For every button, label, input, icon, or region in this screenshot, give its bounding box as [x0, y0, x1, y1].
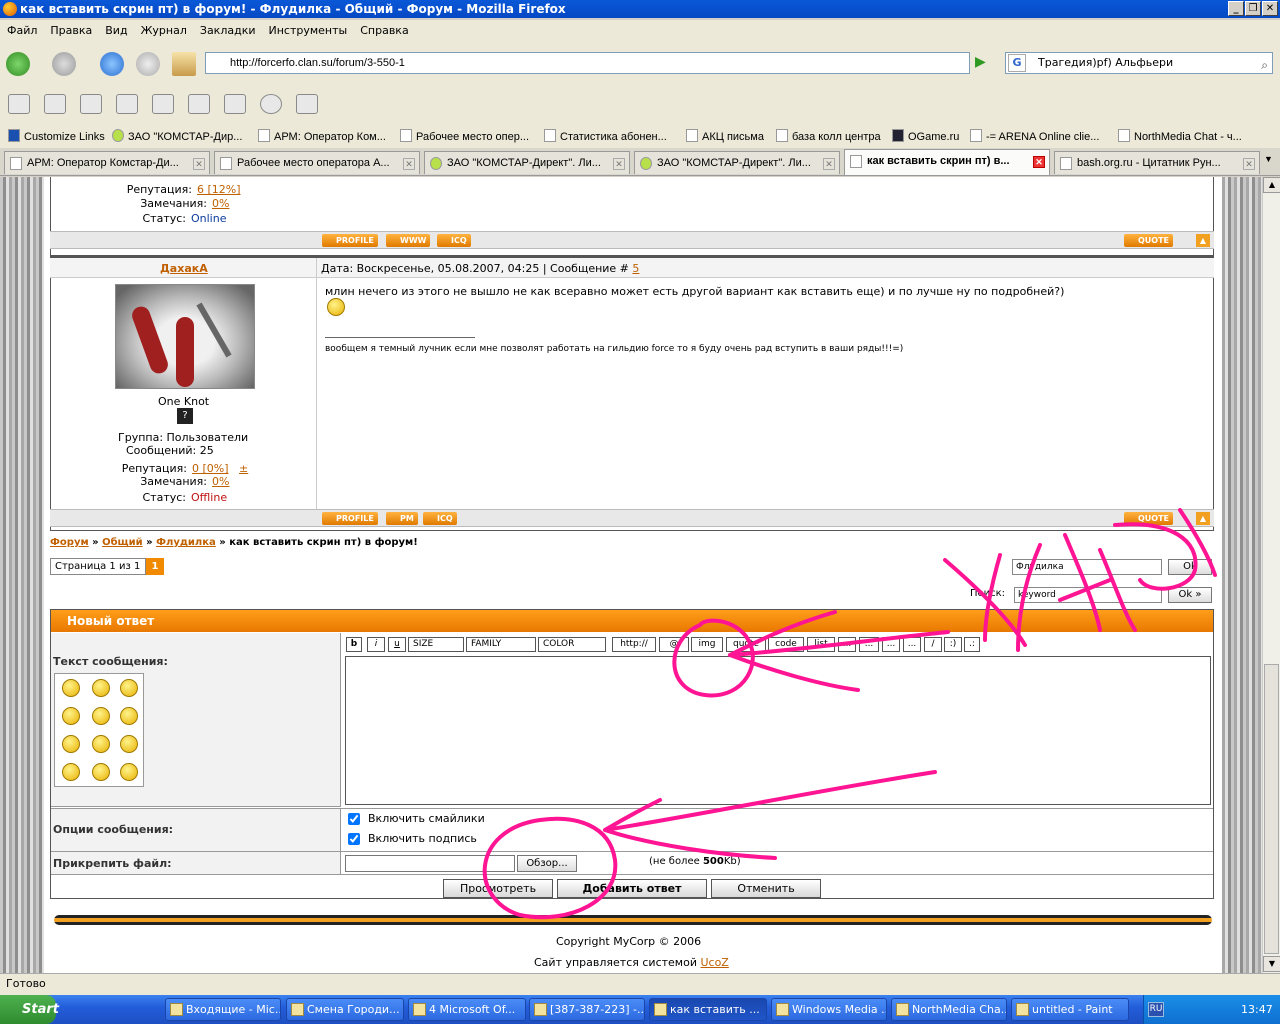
- annotation-xap: [943, 508, 1217, 652]
- system-tray: RU 13:47: [1143, 995, 1280, 1024]
- taskbar-item[interactable]: Смена Городи...: [286, 998, 404, 1021]
- taskbar-item[interactable]: NorthMedia Cha...: [891, 998, 1007, 1021]
- language-indicator[interactable]: RU: [1148, 1002, 1164, 1017]
- taskbar-item[interactable]: untitled - Paint: [1011, 998, 1129, 1021]
- taskbar-item[interactable]: Входящие - Mic...: [165, 998, 281, 1021]
- taskbar-item-active[interactable]: как вставить ...: [649, 998, 767, 1021]
- scroll-down-icon[interactable]: ▼: [1263, 956, 1280, 972]
- annotation-arrow-browse: [603, 770, 937, 860]
- taskbar: Start Входящие - Mic... Смена Городи... …: [0, 995, 1280, 1024]
- annotation-overlay: [482, 508, 1217, 920]
- page-scrollbar[interactable]: ▲ ▼: [1262, 177, 1280, 973]
- taskbar-item[interactable]: Windows Media ...: [771, 998, 887, 1021]
- status-bar: Готово: [0, 973, 1280, 995]
- taskbar-item[interactable]: 4 Microsoft Of...: [408, 998, 526, 1021]
- annotation-arrow-img: [728, 610, 950, 692]
- scroll-up-icon[interactable]: ▲: [1263, 177, 1280, 193]
- taskbar-item[interactable]: [387-387-223] -...: [529, 998, 645, 1021]
- annotation-circle-browse: [482, 816, 618, 920]
- scroll-thumb[interactable]: [1264, 664, 1279, 954]
- clock: 13:47: [1241, 1003, 1273, 1016]
- start-button[interactable]: Start: [0, 995, 59, 1024]
